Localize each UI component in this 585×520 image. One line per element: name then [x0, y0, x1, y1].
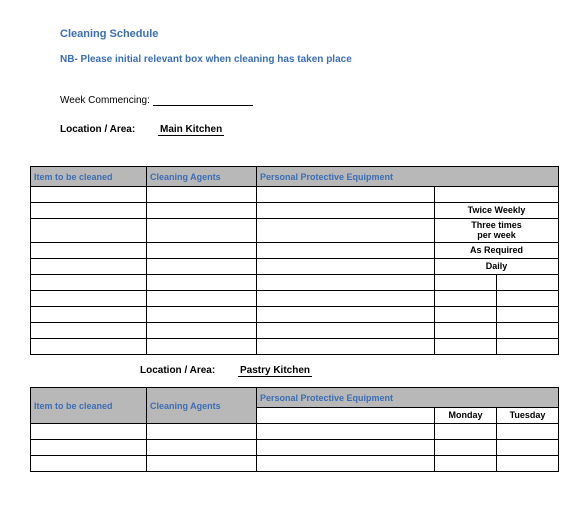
cell[interactable]: [257, 243, 435, 259]
week-label: Week Commencing:: [60, 95, 150, 106]
location-value-2: Pastry Kitchen: [238, 365, 312, 377]
schedule-table-1: Item to be cleaned Cleaning Agents Perso…: [30, 166, 559, 355]
cell[interactable]: [497, 275, 559, 291]
cell[interactable]: [31, 307, 147, 323]
cell[interactable]: [435, 187, 559, 203]
day-tuesday: Tuesday: [497, 408, 559, 424]
cell[interactable]: [257, 187, 435, 203]
cell[interactable]: [257, 203, 435, 219]
freq-twice-weekly: Twice Weekly: [435, 203, 559, 219]
schedule-table-2: Item to be cleaned Cleaning Agents Perso…: [30, 387, 559, 472]
cell[interactable]: [147, 291, 257, 307]
schedule-title: Cleaning Schedule: [60, 28, 555, 40]
cell[interactable]: [497, 339, 559, 355]
cell[interactable]: [31, 424, 147, 440]
freq-daily: Daily: [435, 259, 559, 275]
cell[interactable]: [31, 339, 147, 355]
cell[interactable]: [497, 440, 559, 456]
cell[interactable]: [31, 243, 147, 259]
cell[interactable]: [31, 440, 147, 456]
cell[interactable]: [147, 243, 257, 259]
header-ppe-2: Personal Protective Equipment: [257, 388, 559, 408]
cell[interactable]: [435, 456, 497, 472]
cell[interactable]: [435, 424, 497, 440]
cell[interactable]: [257, 259, 435, 275]
location-label: Location / Area:: [60, 124, 135, 135]
cell[interactable]: [257, 408, 435, 424]
cell[interactable]: [147, 456, 257, 472]
cell[interactable]: [147, 307, 257, 323]
cell[interactable]: [257, 291, 435, 307]
header-agents: Cleaning Agents: [147, 167, 257, 187]
freq-as-required: As Required: [435, 243, 559, 259]
cell[interactable]: [257, 424, 435, 440]
cell[interactable]: [31, 219, 147, 243]
cell[interactable]: [31, 291, 147, 307]
location-row-1: Location / Area: Main Kitchen: [60, 124, 555, 136]
header-ppe: Personal Protective Equipment: [257, 167, 559, 187]
day-monday: Monday: [435, 408, 497, 424]
cell[interactable]: [147, 339, 257, 355]
cell[interactable]: [147, 323, 257, 339]
cell[interactable]: [147, 203, 257, 219]
location-label-2: Location / Area:: [140, 365, 215, 376]
cell[interactable]: [497, 456, 559, 472]
week-input-line[interactable]: [153, 105, 253, 106]
cell[interactable]: [497, 424, 559, 440]
header-agents-2: Cleaning Agents: [147, 388, 257, 424]
cell[interactable]: [435, 323, 497, 339]
cell[interactable]: [257, 219, 435, 243]
cell[interactable]: [257, 339, 435, 355]
week-commencing-row: Week Commencing:: [60, 95, 555, 106]
location-row-2: Location / Area: Pastry Kitchen: [140, 365, 555, 377]
cell[interactable]: [257, 275, 435, 291]
cell[interactable]: [497, 307, 559, 323]
cell[interactable]: [435, 307, 497, 323]
cell[interactable]: [31, 323, 147, 339]
cell[interactable]: [147, 440, 257, 456]
cell[interactable]: [257, 440, 435, 456]
location-value-1: Main Kitchen: [158, 124, 224, 136]
cell[interactable]: [435, 275, 497, 291]
cell[interactable]: [147, 187, 257, 203]
cell[interactable]: [31, 187, 147, 203]
cell[interactable]: [31, 456, 147, 472]
cell[interactable]: [147, 275, 257, 291]
freq-three-times: Three timesper week: [435, 219, 559, 243]
cell[interactable]: [31, 275, 147, 291]
header-item-2: Item to be cleaned: [31, 388, 147, 424]
cell[interactable]: [257, 307, 435, 323]
cell[interactable]: [147, 219, 257, 243]
cell[interactable]: [435, 339, 497, 355]
cell[interactable]: [435, 440, 497, 456]
cell[interactable]: [257, 323, 435, 339]
cell[interactable]: [147, 424, 257, 440]
cell[interactable]: [435, 291, 497, 307]
header-item: Item to be cleaned: [31, 167, 147, 187]
cell[interactable]: [147, 259, 257, 275]
cell[interactable]: [497, 323, 559, 339]
nb-instruction: NB- Please initial relevant box when cle…: [60, 54, 555, 65]
cell[interactable]: [497, 291, 559, 307]
cell[interactable]: [31, 203, 147, 219]
cell[interactable]: [257, 456, 435, 472]
cell[interactable]: [31, 259, 147, 275]
